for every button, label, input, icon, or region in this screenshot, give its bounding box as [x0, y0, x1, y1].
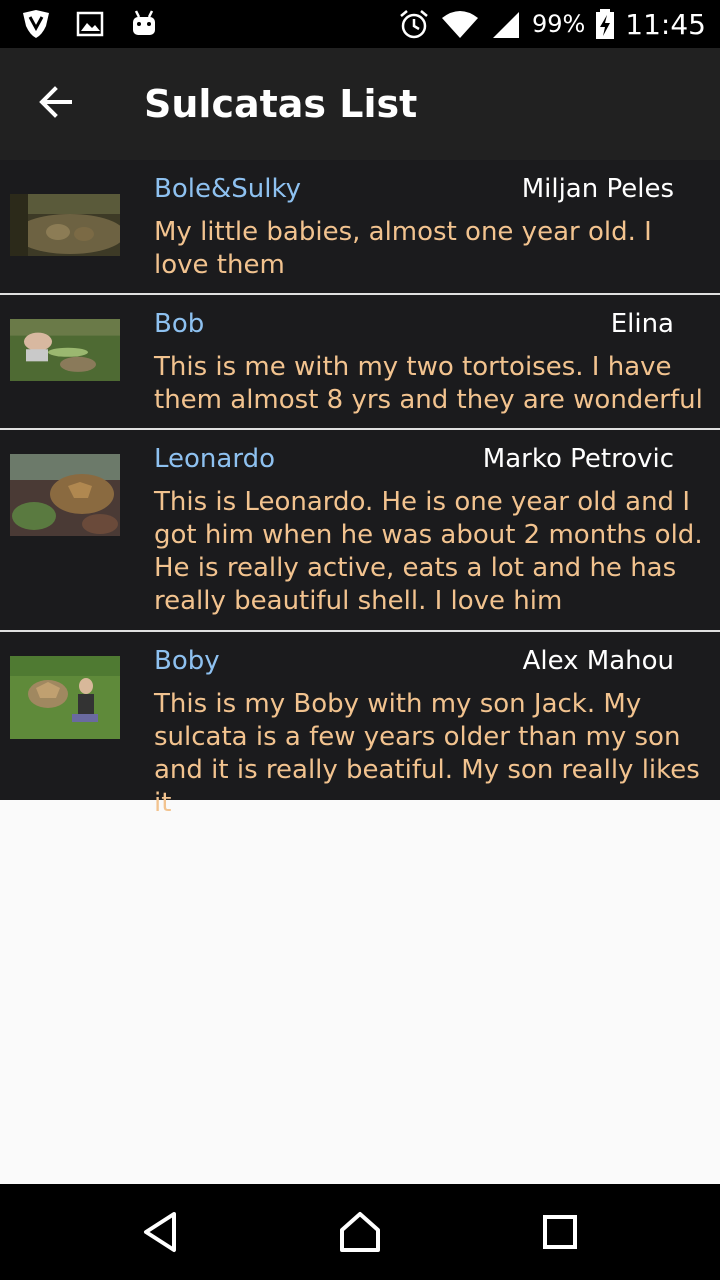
list-item[interactable]: Leonardo Marko Petrovic This is Leonardo… — [0, 430, 720, 632]
tortoise-description: This is my Boby with my son Jack. My sul… — [154, 689, 700, 818]
navigation-bar — [0, 1184, 720, 1280]
home-icon — [336, 1212, 384, 1260]
status-system-icons: 99% 11:45 — [398, 6, 706, 42]
page-title: Sulcatas List — [144, 82, 418, 126]
battery-percentage: 99% — [531, 10, 586, 38]
list-item[interactable]: Bob Elina This is me with my two tortois… — [0, 295, 720, 430]
owner-name: Alex Mahou — [522, 646, 674, 676]
alarm-icon — [398, 8, 430, 40]
recents-icon — [536, 1215, 584, 1260]
tortoise-name: Boby — [154, 646, 220, 676]
tortoise-name: Leonardo — [154, 444, 275, 474]
owner-name: Miljan Peles — [521, 174, 674, 204]
tortoise-photo — [10, 454, 120, 536]
nav-back-button[interactable] — [136, 1208, 184, 1256]
list-item[interactable]: Bole&Sulky Miljan Peles My little babies… — [0, 160, 720, 295]
tortoise-photo — [10, 656, 120, 739]
arrow-back-icon — [36, 82, 76, 126]
tortoise-photo — [10, 194, 120, 256]
app-bar: Sulcatas List — [0, 48, 720, 160]
list-item[interactable]: Boby Alex Mahou This is my Boby with my … — [0, 632, 720, 818]
back-button[interactable] — [24, 76, 88, 132]
tortoise-description: My little babies, almost one year old. I… — [154, 217, 652, 280]
battery-charging-icon — [595, 8, 615, 40]
shield-icon — [20, 8, 52, 40]
back-triangle-icon — [136, 1212, 184, 1260]
tortoise-name: Bole&Sulky — [154, 174, 301, 204]
tortoise-description: This is me with my two tortoises. I have… — [154, 352, 703, 415]
tortoise-description: This is Leonardo. He is one year old and… — [154, 487, 703, 616]
signal-icon — [490, 8, 522, 40]
owner-name: Marko Petrovic — [482, 444, 674, 474]
wifi-icon — [440, 8, 480, 40]
image-icon — [74, 8, 106, 40]
nav-home-button[interactable] — [336, 1208, 384, 1256]
status-notification-icons — [20, 6, 160, 42]
android-icon — [128, 8, 160, 40]
clock: 11:45 — [625, 7, 706, 41]
owner-name: Elina — [610, 309, 674, 339]
sulcatas-list: Bole&Sulky Miljan Peles My little babies… — [0, 160, 720, 818]
tortoise-photo — [10, 319, 120, 381]
tortoise-name: Bob — [154, 309, 205, 339]
status-bar: 99% 11:45 — [0, 0, 720, 48]
nav-recents-button[interactable] — [536, 1208, 584, 1256]
